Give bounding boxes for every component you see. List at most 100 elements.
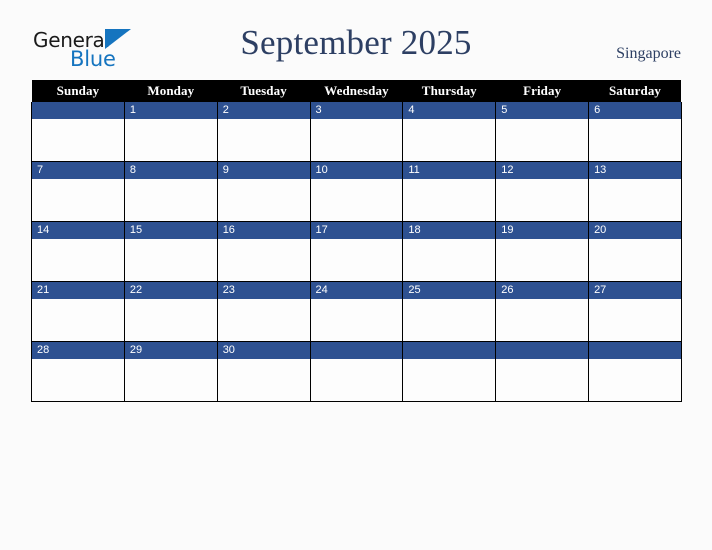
day-number: 5 (496, 102, 589, 119)
day-events-area[interactable] (217, 119, 310, 161)
weekday-header-thursday: Thursday (402, 80, 496, 102)
day-events-area[interactable] (32, 299, 124, 341)
calendar-day-cell[interactable]: 21 (31, 281, 125, 342)
calendar-day-cell[interactable]: 1 (123, 102, 218, 162)
day-number (496, 342, 589, 359)
day-events-area[interactable] (310, 299, 403, 341)
calendar-day-cell[interactable]: 11 (402, 161, 497, 222)
day-number: 13 (589, 162, 681, 179)
day-number: 21 (32, 282, 124, 299)
calendar-day-cell[interactable]: 20 (588, 221, 682, 282)
calendar-day-cell[interactable]: 28 (31, 341, 125, 402)
calendar-day-cell[interactable]: 5 (495, 102, 590, 162)
calendar-day-cell[interactable]: 30 (216, 341, 311, 402)
day-events-area[interactable] (217, 239, 310, 281)
day-events-area[interactable] (589, 119, 681, 161)
day-events-area[interactable] (496, 119, 589, 161)
day-number: 26 (496, 282, 589, 299)
day-number: 1 (124, 102, 217, 119)
day-events-area[interactable] (217, 359, 310, 401)
day-events-area[interactable] (124, 299, 217, 341)
day-events-area[interactable] (32, 179, 124, 221)
calendar-day-cell[interactable]: 23 (216, 281, 311, 342)
day-number: 24 (310, 282, 403, 299)
calendar-table: Sunday Monday Tuesday Wednesday Thursday… (31, 80, 682, 402)
day-events-area[interactable] (310, 239, 403, 281)
day-events-area[interactable] (403, 239, 496, 281)
calendar-day-cell[interactable]: 14 (31, 221, 125, 282)
country-label: Singapore (616, 45, 681, 62)
day-events-area[interactable] (124, 239, 217, 281)
day-events-area[interactable] (589, 179, 681, 221)
calendar-week-row: 7 8 9 10 11 12 13 (31, 161, 682, 222)
weekday-header-saturday: Saturday (588, 80, 682, 102)
calendar-day-cell[interactable]: 29 (123, 341, 218, 402)
calendar-day-cell[interactable]: 13 (588, 161, 682, 222)
calendar-day-cell[interactable]: 24 (309, 281, 404, 342)
day-events-area[interactable] (310, 179, 403, 221)
day-events-area[interactable] (403, 179, 496, 221)
weekday-header-friday: Friday (495, 80, 589, 102)
calendar-day-cell[interactable]: 6 (588, 102, 682, 162)
day-events-area[interactable] (124, 119, 217, 161)
calendar-day-cell[interactable]: 7 (31, 161, 125, 222)
day-number (32, 102, 124, 119)
calendar-day-cell[interactable]: 3 (309, 102, 404, 162)
day-number: 25 (403, 282, 496, 299)
day-events-area[interactable] (310, 119, 403, 161)
calendar-day-cell[interactable]: 17 (309, 221, 404, 282)
calendar-day-cell[interactable]: 27 (588, 281, 682, 342)
day-events-area[interactable] (124, 359, 217, 401)
calendar-day-cell[interactable]: 16 (216, 221, 311, 282)
day-number: 3 (310, 102, 403, 119)
day-events-area[interactable] (217, 179, 310, 221)
calendar-day-cell[interactable]: 15 (123, 221, 218, 282)
day-events-area[interactable] (403, 359, 496, 401)
day-events-area[interactable] (589, 299, 681, 341)
day-number: 16 (217, 222, 310, 239)
day-events-area[interactable] (217, 299, 310, 341)
day-events-area[interactable] (403, 299, 496, 341)
day-number: 20 (589, 222, 681, 239)
day-events-area[interactable] (403, 119, 496, 161)
day-events-area[interactable] (32, 359, 124, 401)
day-events-area[interactable] (496, 239, 589, 281)
page-header: General Blue September 2025 Singapore (0, 0, 712, 79)
calendar-week-row: 1 2 3 4 5 6 (31, 102, 682, 162)
day-events-area[interactable] (496, 299, 589, 341)
calendar-day-cell[interactable]: 12 (495, 161, 590, 222)
day-events-area[interactable] (496, 179, 589, 221)
calendar-week-row: 28 29 30 (31, 341, 682, 402)
calendar-day-cell[interactable] (309, 341, 404, 402)
calendar-week-row: 14 15 16 17 18 19 20 (31, 221, 682, 282)
day-events-area[interactable] (32, 239, 124, 281)
calendar-day-cell[interactable]: 9 (216, 161, 311, 222)
calendar-day-cell[interactable] (402, 341, 497, 402)
calendar-day-cell[interactable]: 18 (402, 221, 497, 282)
calendar-day-cell[interactable]: 19 (495, 221, 590, 282)
day-number: 15 (124, 222, 217, 239)
calendar-day-cell[interactable]: 25 (402, 281, 497, 342)
calendar-day-cell[interactable]: 8 (123, 161, 218, 222)
day-events-area[interactable] (589, 359, 681, 401)
day-events-area[interactable] (32, 119, 124, 161)
day-number (589, 342, 681, 359)
calendar-day-cell[interactable]: 4 (402, 102, 497, 162)
weekday-header-sunday: Sunday (31, 80, 125, 102)
calendar-day-cell[interactable]: 10 (309, 161, 404, 222)
calendar-day-cell[interactable] (31, 102, 125, 162)
calendar-day-cell[interactable] (588, 341, 682, 402)
weekday-header-monday: Monday (124, 80, 218, 102)
calendar-day-cell[interactable]: 2 (216, 102, 311, 162)
calendar-day-cell[interactable]: 26 (495, 281, 590, 342)
calendar-day-cell[interactable]: 22 (123, 281, 218, 342)
day-events-area[interactable] (589, 239, 681, 281)
day-number (403, 342, 496, 359)
day-number: 23 (217, 282, 310, 299)
day-events-area[interactable] (310, 359, 403, 401)
calendar-grid-wrapper: Sunday Monday Tuesday Wednesday Thursday… (31, 80, 682, 402)
day-number: 12 (496, 162, 589, 179)
calendar-day-cell[interactable] (495, 341, 590, 402)
day-events-area[interactable] (496, 359, 589, 401)
day-events-area[interactable] (124, 179, 217, 221)
